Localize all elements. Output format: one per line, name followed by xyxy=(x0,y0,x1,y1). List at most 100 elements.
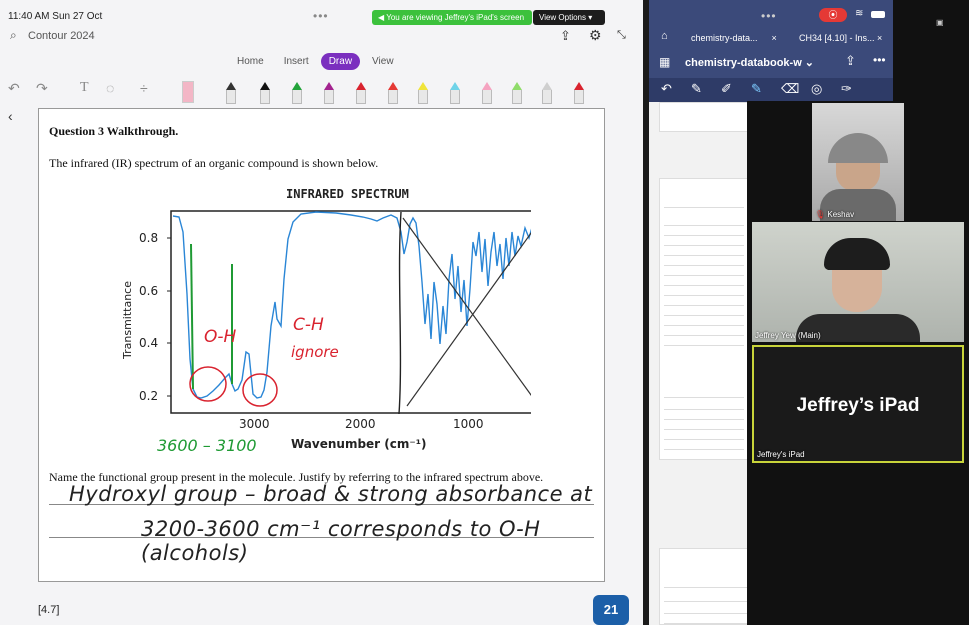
x-tick-1000: 1000 xyxy=(453,417,484,431)
pdf-row xyxy=(664,411,744,420)
range-annotation: 3600 – 3100 xyxy=(157,436,257,455)
share-icon[interactable]: ⇪ xyxy=(560,28,571,44)
ch-circle xyxy=(242,373,278,407)
tab-home[interactable]: Home xyxy=(229,53,272,70)
multitask-dots-icon[interactable]: ••• xyxy=(761,9,777,23)
x-axis-label: Wavenumber (cm⁻¹) xyxy=(291,437,426,451)
status-time: 11:40 AM Sun 27 Oct xyxy=(8,11,103,22)
pdf-row xyxy=(664,421,744,430)
pen-purple-icon[interactable] xyxy=(324,82,334,104)
top-bar: 11:40 AM Sun 27 Oct ••• ◀ You are viewin… xyxy=(0,0,643,70)
fingerprint-divider xyxy=(398,211,402,415)
pen-red-icon[interactable] xyxy=(356,82,366,104)
search-icon[interactable]: ⌕ xyxy=(10,28,17,43)
lasso-icon[interactable]: ◎ xyxy=(811,81,822,97)
pdf-row xyxy=(664,389,744,398)
tab-view[interactable]: View xyxy=(364,53,402,70)
browser-tab-1[interactable]: chemistry-data... × xyxy=(657,28,797,48)
pdf-page-18 xyxy=(659,178,749,460)
pen-red-3-icon[interactable] xyxy=(574,82,584,104)
browser-tab-2[interactable]: CH34 [4.10] - Ins... × xyxy=(795,28,893,48)
pdf-title[interactable]: chemistry-databook-w ⌄ xyxy=(685,56,814,69)
highlighter-green-icon[interactable] xyxy=(512,82,522,104)
pen-red-2-icon[interactable] xyxy=(388,82,398,104)
document-title: Contour 2024 xyxy=(28,30,95,42)
tab-insert[interactable]: Insert xyxy=(276,53,317,70)
pdf-row xyxy=(664,277,744,286)
lasso-icon[interactable]: ◌ xyxy=(106,80,114,96)
pdf-row xyxy=(664,287,744,296)
question-intro: The infrared (IR) spectrum of an organic… xyxy=(49,156,379,170)
marker-icon[interactable]: ✑ xyxy=(841,81,852,97)
pen-black-icon[interactable] xyxy=(226,82,236,104)
undo-icon[interactable]: ↶ xyxy=(8,80,20,97)
back-chevron-icon[interactable]: ‹ xyxy=(8,108,13,124)
battery-icon xyxy=(871,11,885,18)
y-tick-04: 0.4 xyxy=(139,336,158,350)
pen-green-icon[interactable] xyxy=(292,82,302,104)
screen: 11:40 AM Sun 27 Oct ••• ◀ You are viewin… xyxy=(0,0,969,625)
highlighter-cyan-icon[interactable] xyxy=(450,82,460,104)
fingerprint-cross-a xyxy=(402,217,531,396)
collapse-icon[interactable]: ⤡ xyxy=(617,29,626,42)
video-tile-jeffrey[interactable]: Jeffrey Yew (Main) xyxy=(752,222,964,342)
gear-icon[interactable]: ⚙ xyxy=(589,27,602,44)
mark-reference: [4.7] xyxy=(38,604,60,616)
pdf-page-fragment-top xyxy=(659,102,749,132)
banner-text: You are viewing Jeffrey's iPad's screen xyxy=(386,13,525,22)
pen-black-2-icon[interactable] xyxy=(260,82,270,104)
share-icon[interactable]: ⇪ xyxy=(845,53,856,69)
hair-jeffrey xyxy=(824,238,890,270)
text-tool-icon[interactable]: T xyxy=(80,80,89,96)
highlighter-grey-icon[interactable] xyxy=(542,82,552,104)
more-icon[interactable]: ••• xyxy=(873,53,886,67)
multitask-dots-icon[interactable]: ••• xyxy=(313,9,329,23)
spectrum-title: INFRARED SPECTRUM xyxy=(286,187,409,201)
participant-name-ipad: Jeffrey's iPad xyxy=(757,450,805,459)
pdf-row xyxy=(664,327,744,336)
browser-header: ••• ⦿ ≋ ⌂ chemistry-data... × CH34 [4.10]… xyxy=(649,0,893,78)
participant-name-jeffrey: Jeffrey Yew (Main) xyxy=(755,331,821,340)
pdf-title-text: chemistry-databook-w xyxy=(685,57,802,69)
view-icon[interactable]: ▣ xyxy=(936,18,944,27)
pencil-icon[interactable]: ✐ xyxy=(721,81,732,97)
pdf-row xyxy=(664,337,744,346)
page-badge[interactable]: 21 xyxy=(593,595,629,625)
handwritten-answer-1: Hydroxyl group – broad & strong absorban… xyxy=(69,482,593,506)
x-tick-2000: 2000 xyxy=(345,417,376,431)
highlighter-icon[interactable]: ✎ xyxy=(751,81,762,97)
y-axis-label: Transmittance xyxy=(121,281,134,360)
pdf-row xyxy=(664,247,744,256)
spectrum-trace xyxy=(172,211,531,399)
pdf-row xyxy=(664,317,744,326)
grid-icon[interactable]: ▦ xyxy=(659,55,670,69)
screen-share-banner: ◀ You are viewing Jeffrey's iPad's scree… xyxy=(372,10,532,25)
highlighter-pink-icon[interactable] xyxy=(482,82,492,104)
note-page[interactable]: Question 3 Walkthrough. The infrared (IR… xyxy=(38,108,605,582)
plot-frame xyxy=(170,210,531,414)
annotation-toolbar xyxy=(649,78,893,102)
view-options-button[interactable]: View Options ▾ xyxy=(533,10,605,25)
eraser-icon[interactable] xyxy=(182,81,194,103)
right-edge-strip xyxy=(893,0,969,101)
undo-icon[interactable]: ↶ xyxy=(661,81,672,97)
video-tile-ipad[interactable]: Jeffrey’s iPad Jeffrey's iPad xyxy=(752,345,964,463)
ipad-tile-label: Jeffrey’s iPad xyxy=(796,395,920,416)
question-title: Question 3 Walkthrough. xyxy=(49,124,179,138)
pdf-row xyxy=(664,401,744,410)
video-tile-keshav[interactable]: 🎙︎ Keshav xyxy=(812,103,904,221)
eraser-icon[interactable]: ⌫ xyxy=(781,81,799,97)
tab-draw[interactable]: Draw xyxy=(320,53,361,70)
insert-space-icon[interactable]: ÷ xyxy=(140,80,148,96)
keshav-label: Keshav xyxy=(827,210,855,219)
ch-annotation: C-H xyxy=(293,315,324,335)
pdf-row xyxy=(664,431,744,440)
pen-icon[interactable]: ✎ xyxy=(691,81,702,97)
pdf-row xyxy=(664,217,744,226)
pdf-row xyxy=(664,237,744,246)
participant-name-keshav: 🎙︎ Keshav xyxy=(815,210,855,219)
wifi-icon: ≋ xyxy=(855,8,864,19)
redo-icon[interactable]: ↷ xyxy=(36,80,48,97)
hood-keshav xyxy=(828,133,888,163)
highlighter-yellow-icon[interactable] xyxy=(418,82,428,104)
